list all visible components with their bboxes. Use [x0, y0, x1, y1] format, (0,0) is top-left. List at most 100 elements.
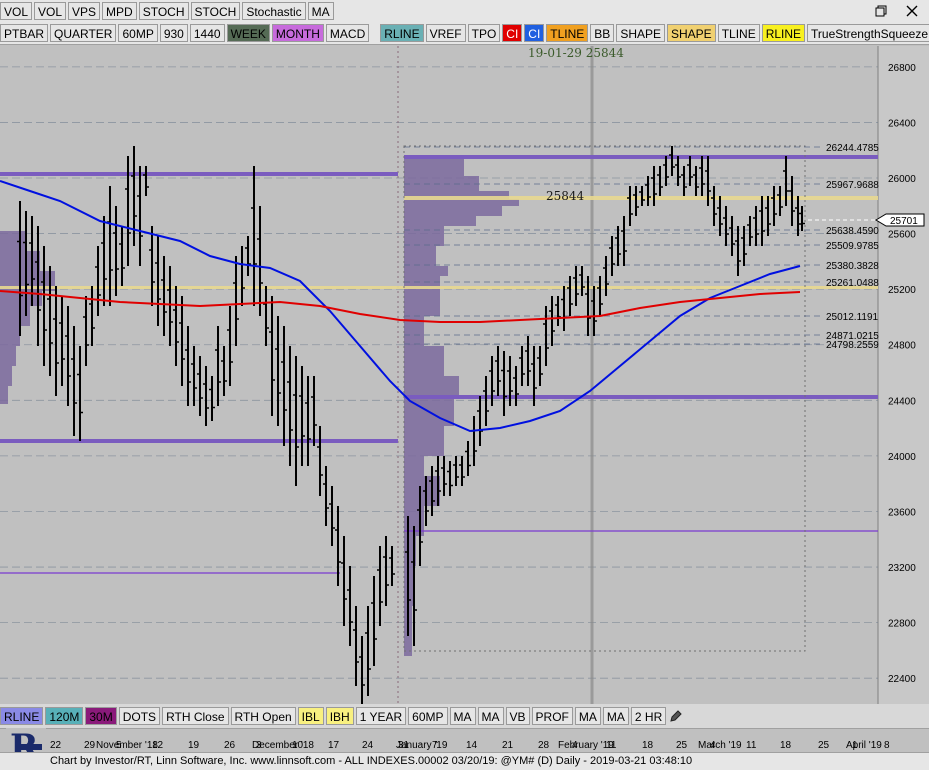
chart-svg[interactable]: 22400 22800 23200 23600 24000 24400 24800 25200… [0, 46, 929, 706]
y-tick-label: 26400 [888, 118, 916, 129]
chart-tline-button[interactable]: TLINE [546, 24, 589, 42]
x-day-label: 17 [328, 740, 340, 751]
x-day-label: 24 [362, 740, 374, 751]
volume-profile-bar [0, 231, 25, 251]
price-chart[interactable]: 22400 22800 23200 23600 24000 24400 24800 25200… [0, 46, 929, 706]
bottom-prof-button[interactable]: PROF [531, 707, 573, 725]
bottom-toolbar: RLINE 120M 30M DOTS RTH Close RTH Open IBL IBH 1… [0, 704, 929, 729]
chart-bb-button[interactable]: BB [590, 24, 615, 42]
bottom-rth-close-button[interactable]: RTH Close [162, 707, 229, 725]
price-level-label: 26244.4785 [826, 143, 879, 154]
x-day-label: 25 [818, 740, 830, 751]
y-tick-label: 25600 [888, 230, 916, 241]
x-month-label: April '19 [846, 740, 882, 751]
bottom-dots-button[interactable]: DOTS [118, 707, 161, 725]
volume-profile-bar [0, 366, 12, 386]
indicator-button-stoch[interactable]: STOCH [190, 2, 241, 20]
volume-profile-bar [404, 346, 444, 376]
price-level-label: 25012.1191 [826, 312, 879, 323]
bottom-rth-open-button[interactable]: RTH Open [230, 707, 296, 725]
chart-tline-button[interactable]: TLINE [717, 24, 760, 42]
chart-shape-button[interactable]: SHAPE [616, 24, 665, 42]
chart-toolbar: PTBAR QUARTER 60MP 930 1440 WEEK MONTH MACD RLIN… [0, 22, 929, 45]
x-day-label: 25 [676, 740, 688, 751]
chart-week-button[interactable]: WEEK [226, 24, 270, 42]
volume-profile-bar [404, 376, 459, 396]
bottom-2-hr-button[interactable]: 2 HR [630, 707, 667, 725]
price-level-label: 25261.0488 [826, 278, 879, 289]
level-line [0, 439, 398, 443]
indicator-button-vps[interactable]: VPS [68, 2, 101, 20]
y-tick-label: 26800 [888, 63, 916, 74]
chart-month-button[interactable]: MONTH [271, 24, 324, 42]
x-day-label: 19 [188, 740, 200, 751]
indicator-button-stoch[interactable]: STOCH [138, 2, 189, 20]
chart-macd-button[interactable]: MACD [325, 24, 370, 42]
bottom-rline-button[interactable]: RLINE [0, 707, 44, 725]
window-controls [873, 3, 929, 19]
close-icon[interactable] [904, 3, 920, 19]
volume-profile-bar [404, 456, 424, 476]
indicator-toolbar: VOL VOL VPS MPD STOCH STOCH Stochastic MA [0, 0, 929, 23]
bottom-ma-button[interactable]: MA [574, 707, 601, 725]
y-tick-label: 24000 [888, 452, 916, 463]
x-day-label: 18 [642, 740, 654, 751]
indicator-button-ma[interactable]: MA [307, 2, 334, 20]
bottom-ma-button[interactable]: MA [602, 707, 629, 725]
chart-shape-button[interactable]: SHAPE [667, 24, 716, 42]
indicator-button-vol[interactable]: VOL [0, 2, 33, 20]
chart-60mp-button[interactable]: 60MP [118, 24, 158, 42]
bottom-ibl-button[interactable]: IBL [297, 707, 324, 725]
volume-profile-bar [404, 216, 476, 226]
y-tick-label: 22800 [888, 619, 916, 630]
price-level-label: 25638.4590 [826, 226, 879, 237]
indicator-button-stochastic[interactable]: Stochastic [242, 2, 306, 20]
level-line [404, 395, 878, 399]
bottom-ibh-button[interactable]: IBH [325, 707, 354, 725]
chart-truestrengthsqueeze-button[interactable]: TrueStrengthSqueeze [807, 24, 929, 42]
indicator-button-mpd[interactable]: MPD [102, 2, 137, 20]
bottom-ma-button[interactable]: MA [477, 707, 504, 725]
status-text: Chart by Investor/RT, Linn Software, Inc… [50, 755, 693, 767]
y-tick-label: 24400 [888, 396, 916, 407]
x-month-label: February '19 [558, 740, 614, 751]
chart-tpo-button[interactable]: TPO [467, 24, 501, 42]
bottom-120m-button[interactable]: 120M [45, 707, 84, 725]
price-level-label: 24798.2559 [826, 340, 879, 351]
volume-profile-bar [404, 199, 519, 206]
bottom-60mp-button[interactable]: 60MP [408, 707, 448, 725]
price-level-label: 25967.9688 [826, 180, 879, 191]
chart-rline-button[interactable]: RLINE [380, 24, 424, 42]
chart-vref-button[interactable]: VREF [425, 24, 466, 42]
bottom-30m-button[interactable]: 30M [85, 707, 117, 725]
chart-quarter-button[interactable]: QUARTER [50, 24, 117, 42]
status-bar: Chart by Investor/RT, Linn Software, Inc… [0, 752, 929, 770]
chart-1440-button[interactable]: 1440 [189, 24, 225, 42]
chart-ci-button[interactable]: CI [502, 24, 523, 42]
x-day-label: 29 [84, 740, 96, 751]
x-month-label: November '18 [96, 740, 158, 751]
volume-profile-bar [404, 266, 448, 276]
level-line [0, 172, 398, 176]
bottom-ma-button[interactable]: MA [449, 707, 476, 725]
bottom-1-year-button[interactable]: 1 YEAR [355, 707, 407, 725]
price-level-label: 25380.3828 [826, 261, 879, 272]
level-annotation: 25844 [546, 189, 585, 203]
chart-rline-button[interactable]: RLINE [761, 24, 806, 42]
pencil-icon[interactable] [668, 708, 684, 724]
x-day-label: 8 [884, 740, 890, 751]
chart-930-button[interactable]: 930 [159, 24, 188, 42]
volume-profile-bar [404, 426, 444, 456]
volume-profile-bar [404, 206, 502, 216]
x-day-label: 14 [466, 740, 478, 751]
volume-profile-bar [0, 346, 16, 366]
bottom-vb-button[interactable]: VB [505, 707, 530, 725]
indicator-button-vol[interactable]: VOL [34, 2, 67, 20]
chart-ci-button[interactable]: CI [524, 24, 545, 42]
x-day-label: 18 [780, 740, 792, 751]
restore-icon[interactable] [873, 3, 889, 19]
y-tick-label: 26000 [888, 174, 916, 185]
x-day-label: 22 [50, 740, 62, 751]
chart-ptbar-button[interactable]: PTBAR [0, 24, 49, 42]
x-day-label: 28 [538, 740, 550, 751]
